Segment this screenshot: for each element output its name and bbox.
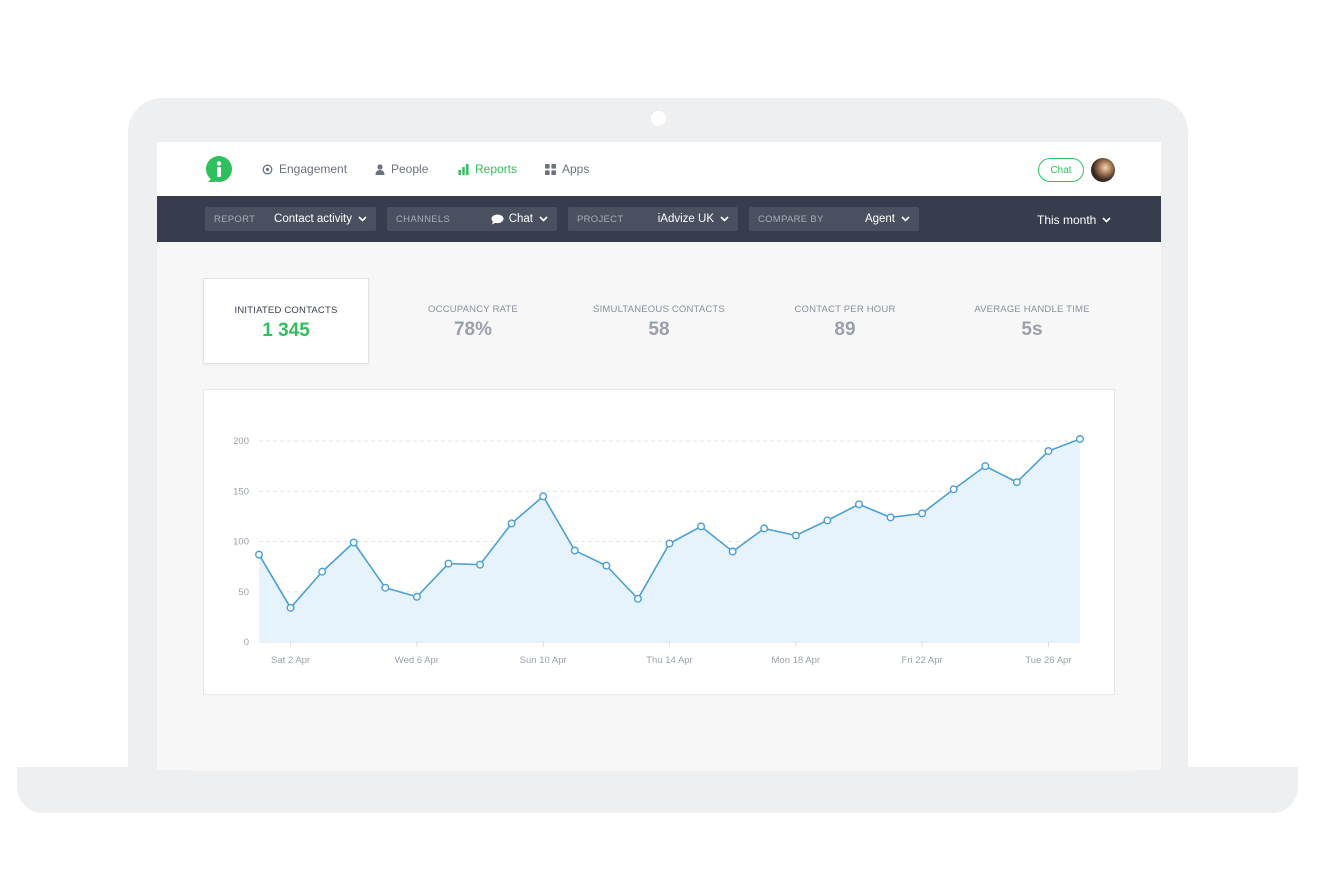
y-tick-label: 0 [244,637,249,648]
metric-value: 58 [648,319,670,340]
data-point [633,594,642,603]
data-point [1076,434,1085,443]
data-point [854,500,863,509]
filter-label: PROJECT [577,213,624,225]
nav-item-engagement[interactable]: Engagement [262,162,347,176]
report-filter[interactable]: REPORT Contact activity [205,207,376,231]
x-tick-label: Fri 22 Apr [902,655,943,666]
data-point [381,583,390,592]
data-point [1012,478,1021,487]
x-tick-label: Wed 6 Apr [395,655,439,666]
filter-value: Chat [508,213,533,225]
target-icon [262,164,273,175]
metric-label: SIMULTANEOUS CONTACTS [593,304,725,315]
data-point [570,546,579,555]
data-point [507,519,516,528]
nav-item-label: Reports [475,162,518,176]
chevron-down-icon [901,216,910,222]
top-nav: Engagement People Reports Apps Chat [157,142,1161,196]
filter-label: COMPARE BY [758,213,824,225]
nav-item-people[interactable]: People [375,162,428,176]
y-tick-label: 150 [233,486,249,497]
chevron-down-icon [1102,217,1111,223]
period-selector[interactable]: This month [1037,213,1111,227]
laptop-base [17,767,1298,813]
chat-bubble-icon [491,214,504,225]
data-point [918,509,927,518]
y-tick-label: 200 [233,436,249,447]
filter-bar: REPORT Contact activity CHANNELS Chat PR… [157,196,1161,242]
data-point [760,524,769,533]
data-point [539,492,548,501]
x-tick-label: Thu 14 Apr [646,655,692,666]
x-tick-label: Tue 26 Apr [1025,655,1071,666]
metric-simultaneous-contacts[interactable]: SIMULTANEOUS CONTACTS 58 [576,278,742,364]
x-tick-label: Sun 10 Apr [520,655,567,666]
metric-value: 5s [1021,319,1043,340]
camera [651,111,666,126]
data-point [602,561,611,570]
data-point [728,547,737,556]
bar-chart-icon [458,163,469,175]
metric-label: INITIATED CONTACTS [234,305,338,316]
data-point [697,522,706,531]
nav-item-label: Engagement [279,162,348,176]
channels-filter[interactable]: CHANNELS Chat [387,207,557,231]
metric-occupancy-rate[interactable]: OCCUPANCY RATE 78% [390,278,556,364]
chevron-down-icon [720,216,729,222]
contacts-chart: 0 50 100 150 200 Sat 2 Apr Wed 6 Apr Sun 10 Apr… [233,434,1085,666]
iadvize-logo-icon[interactable] [205,156,233,184]
metric-contact-per-hour[interactable]: CONTACT PER HOUR 89 [762,278,928,364]
filter-value: Contact activity [274,213,352,225]
filter-value: Agent [864,213,895,225]
y-tick-label: 100 [233,537,249,548]
nav-item-label: Apps [562,162,590,176]
metric-value: 1 345 [262,320,310,341]
data-point [444,559,453,568]
person-icon [375,163,385,175]
nav-item-reports[interactable]: Reports [458,162,517,176]
y-tick-label: 50 [238,587,249,598]
chevron-down-icon [358,216,367,222]
data-point [1044,447,1053,456]
app-screen: Engagement People Reports Apps Chat REPO… [157,142,1161,770]
x-tick-label: Mon 18 Apr [772,655,821,666]
data-point [412,592,421,601]
data-point [665,539,674,548]
metric-label: CONTACT PER HOUR [794,304,896,315]
metric-label: AVERAGE HANDLE TIME [974,304,1090,315]
chevron-down-icon [539,216,548,222]
data-point [318,567,327,576]
filter-label: REPORT [214,213,256,225]
chat-button[interactable]: Chat [1038,158,1084,182]
period-label: This month [1037,213,1097,227]
project-filter[interactable]: PROJECT iAdvize UK [568,207,738,231]
grid-icon [545,163,556,175]
data-point [949,485,958,494]
data-point [476,560,485,569]
chart-card: 0 50 100 150 200 Sat 2 Apr Wed 6 Apr Sun 10 Apr… [203,389,1115,695]
metric-value: 89 [834,319,856,340]
data-point [349,538,358,547]
metric-value: 78% [453,319,493,340]
data-point [255,550,264,559]
data-point [286,603,295,612]
filter-value: iAdvize UK [657,213,714,225]
data-point [981,462,990,471]
nav-item-label: People [391,162,429,176]
nav-item-apps[interactable]: Apps [545,162,589,176]
metric-initiated-contacts[interactable]: INITIATED CONTACTS 1 345 [203,278,369,364]
data-point [791,531,800,540]
avatar[interactable] [1091,158,1115,182]
data-point [886,513,895,522]
filter-label: CHANNELS [396,213,451,225]
x-tick-label: Sat 2 Apr [271,655,310,666]
compare-by-filter[interactable]: COMPARE BY Agent [749,207,919,231]
metric-average-handle-time[interactable]: AVERAGE HANDLE TIME 5s [949,278,1115,364]
data-point [823,516,832,525]
metric-label: OCCUPANCY RATE [428,304,518,315]
